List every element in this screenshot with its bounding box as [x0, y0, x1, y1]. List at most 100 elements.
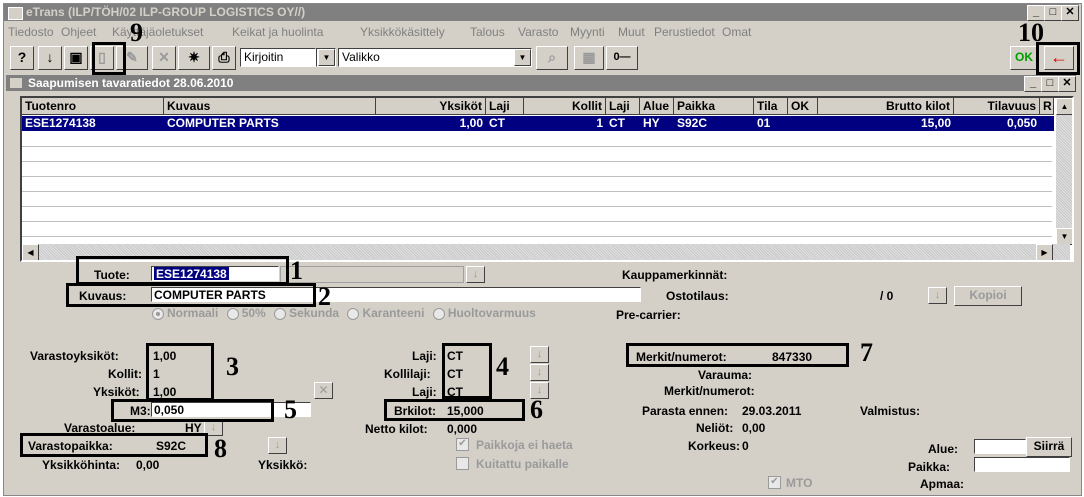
- paikka-label: Paikka:: [908, 460, 951, 474]
- search-icon[interactable]: ⌕: [536, 46, 568, 70]
- sub-minimize-button[interactable]: _: [1024, 76, 1042, 92]
- table-cell[interactable]: ESE1274138: [22, 116, 164, 131]
- annotation-number-2: 2: [318, 282, 331, 311]
- menu-muut[interactable]: Muut: [618, 25, 645, 39]
- kollilaji-lookup-icon[interactable]: ↓: [530, 364, 549, 381]
- table-cell[interactable]: 1: [524, 116, 606, 131]
- table-cell[interactable]: CT: [486, 116, 524, 131]
- yksikkohinta-label: Yksikköhinta:: [42, 458, 121, 472]
- paikka-field[interactable]: [974, 457, 1070, 472]
- col-header-ok[interactable]: OK: [788, 98, 818, 115]
- col-header-r[interactable]: R: [1040, 98, 1054, 115]
- save-icon[interactable]: ▣: [64, 46, 88, 70]
- annotation-number-9: 9: [130, 18, 143, 47]
- table-cell[interactable]: S92C: [674, 116, 754, 131]
- table-cell[interactable]: [788, 116, 818, 131]
- col-header-paikka[interactable]: Paikka: [674, 98, 754, 115]
- table-cell[interactable]: COMPUTER PARTS: [164, 116, 376, 131]
- table-cell[interactable]: 15,00: [818, 116, 954, 131]
- col-header-laji2[interactable]: Laji: [606, 98, 640, 115]
- table-cell[interactable]: 01: [754, 116, 788, 131]
- col-header-tuotenro[interactable]: Tuotenro: [22, 98, 164, 115]
- ostotilaus-label: Ostotilaus:: [666, 289, 729, 303]
- ok-button[interactable]: OK: [1010, 46, 1038, 70]
- key-icon[interactable]: 0—: [606, 46, 638, 70]
- menu-myynti[interactable]: Myynti: [570, 25, 605, 39]
- col-header-brutto[interactable]: Brutto kilot: [818, 98, 954, 115]
- items-table[interactable]: Tuotenro Kuvaus Yksiköt Laji Kollit Laji…: [20, 96, 1074, 262]
- menu-varasto[interactable]: Varasto: [518, 25, 558, 39]
- restore-button[interactable]: □: [1044, 5, 1062, 21]
- vertical-scrollbar[interactable]: ▲ ▼: [1056, 98, 1072, 245]
- sub-restore-button[interactable]: □: [1041, 76, 1059, 92]
- menu-ohjeet[interactable]: Ohjeet: [61, 25, 96, 39]
- clear-icon[interactable]: ✕: [314, 382, 333, 399]
- radio-icon[interactable]: [274, 307, 287, 320]
- table-cell[interactable]: 1,00: [376, 116, 486, 131]
- nettokilot-value: 0,000: [447, 422, 478, 436]
- annotation-box-2: [66, 283, 316, 307]
- scroll-down-icon[interactable]: ▼: [1056, 228, 1072, 245]
- menu-kayttajaoletukset[interactable]: Käyttäjäoletukset: [112, 25, 203, 39]
- menu-perustiedot[interactable]: Perustiedot: [654, 25, 715, 39]
- table-cell[interactable]: HY: [640, 116, 674, 131]
- checkbox-icon[interactable]: ✔: [768, 476, 781, 489]
- table-cell[interactable]: 0,050: [954, 116, 1040, 131]
- radio-icon[interactable]: [432, 307, 445, 320]
- menu-yksikkokasittely[interactable]: Yksikkökäsittely: [360, 25, 445, 39]
- col-header-tilavuus[interactable]: Tilavuus: [954, 98, 1040, 115]
- korkeus-label: Korkeus:: [688, 439, 741, 453]
- radio-icon[interactable]: [347, 307, 360, 320]
- printer-dropdown[interactable]: ▼: [316, 48, 336, 67]
- scroll-right-icon[interactable]: ▶: [1036, 244, 1053, 260]
- menu-talous[interactable]: Talous: [470, 25, 505, 39]
- subwindow-title-bar: Saapumisen tavaratiedot 28.06.2010 _ □ ✕: [6, 75, 1076, 92]
- checkbox-icon[interactable]: [456, 457, 469, 470]
- help-icon[interactable]: ?: [10, 46, 34, 70]
- scroll-up-icon[interactable]: ▲: [1056, 98, 1072, 115]
- close-button[interactable]: ✕: [1061, 5, 1079, 21]
- col-header-tila[interactable]: Tila: [754, 98, 788, 115]
- laji-lookup-icon[interactable]: ↓: [530, 346, 549, 363]
- kopioi-button[interactable]: Kopioi: [954, 286, 1022, 306]
- varastopaikka-lookup-icon[interactable]: ↓: [268, 437, 287, 454]
- menu-omat[interactable]: Omat: [722, 25, 751, 39]
- ostotilaus-value: / 0: [880, 289, 894, 303]
- menu-tiedosto[interactable]: Tiedosto: [8, 25, 54, 39]
- checkbox-icon[interactable]: ✔: [456, 438, 469, 451]
- mto-label: MTO: [786, 476, 813, 490]
- siirra-button[interactable]: Siirrä: [1026, 437, 1072, 457]
- neliot-value: 0,00: [742, 421, 766, 435]
- col-header-kollit[interactable]: Kollit: [524, 98, 606, 115]
- col-header-kuvaus[interactable]: Kuvaus: [164, 98, 376, 115]
- menu-combo[interactable]: Valikko ▼: [338, 48, 532, 67]
- scroll-left-icon[interactable]: ◀: [22, 244, 39, 260]
- menu-keikat[interactable]: Keikat ja huolinta: [232, 25, 323, 39]
- sub-close-button[interactable]: ✕: [1058, 76, 1076, 92]
- down-arrow-icon[interactable]: ↓: [38, 46, 62, 70]
- col-header-laji[interactable]: Laji: [486, 98, 524, 115]
- calendar-icon[interactable]: ▦: [574, 46, 604, 70]
- col-header-alue[interactable]: Alue: [640, 98, 674, 115]
- annotation-box-8: [20, 433, 208, 457]
- ostotilaus-lookup-icon[interactable]: ↓: [928, 287, 947, 304]
- yksikko-label: Yksikkö:: [258, 458, 308, 472]
- subwindow-title: Saapumisen tavaratiedot 28.06.2010: [28, 76, 234, 90]
- annotation-box-3: [146, 343, 214, 401]
- table-cell[interactable]: CT: [606, 116, 640, 131]
- annotation-box-7: [626, 343, 849, 367]
- alue-field[interactable]: [974, 439, 1026, 454]
- delete-icon[interactable]: ✕: [152, 46, 176, 70]
- annotation-number-10: 10: [1018, 18, 1044, 47]
- row-divider: [22, 161, 1052, 162]
- printer-icon[interactable]: ⎙: [212, 46, 236, 70]
- kollilaji-label: Kollilaji:: [384, 367, 431, 381]
- table-cell[interactable]: [1040, 116, 1054, 131]
- tuote-lookup-icon[interactable]: ↓: [466, 266, 485, 283]
- radio-icon[interactable]: [226, 307, 239, 320]
- radio-icon[interactable]: [152, 307, 164, 320]
- printer-combo[interactable]: Kirjoitin: [240, 48, 316, 67]
- laji2-label: Laji:: [412, 385, 437, 399]
- col-header-yksikot[interactable]: Yksiköt: [376, 98, 486, 115]
- sun-icon[interactable]: ✷: [178, 46, 210, 70]
